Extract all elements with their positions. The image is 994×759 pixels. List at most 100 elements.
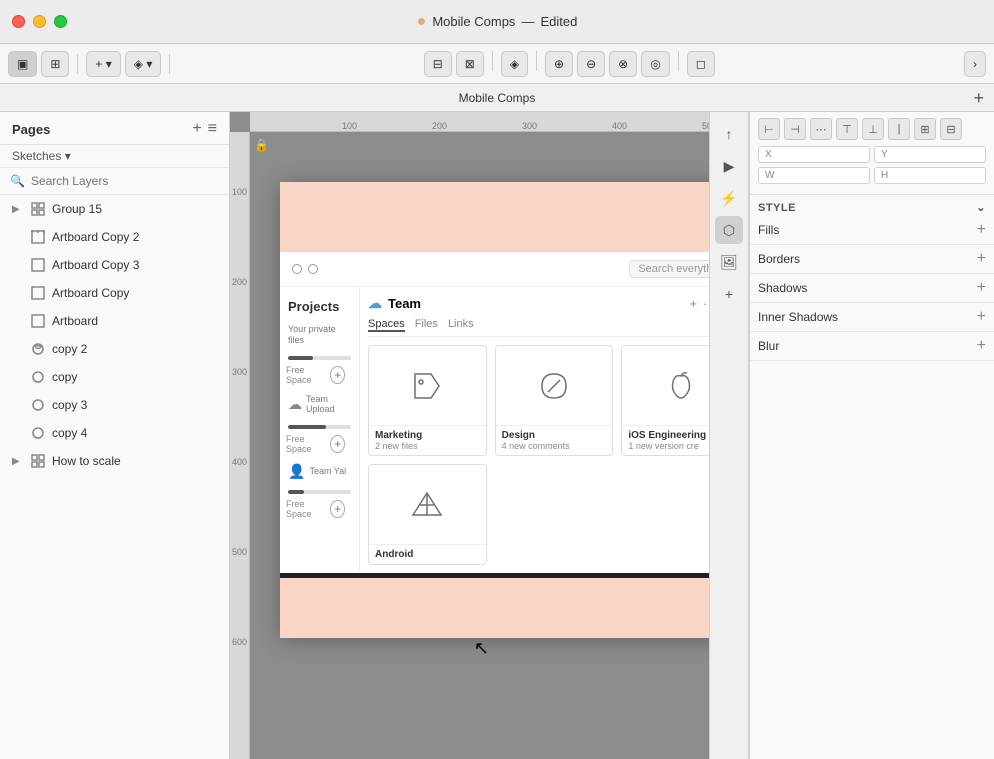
team-more-btn[interactable]: ··· bbox=[703, 296, 709, 311]
align-center-btn[interactable]: ⊟ bbox=[424, 51, 452, 77]
inner-shadows-add-btn[interactable]: + bbox=[977, 309, 986, 325]
insert-btn[interactable]: + ▾ bbox=[86, 51, 120, 77]
shadows-header[interactable]: Shadows + bbox=[758, 280, 986, 296]
symbol-icon bbox=[30, 369, 46, 385]
fills-header[interactable]: Fills + bbox=[758, 222, 986, 238]
toolbar-center: ⊟ ⊠ ◈ ⊕ ⊖ ⊗ ◎ ◻ bbox=[178, 51, 960, 77]
sidebar-item-text-5: Team Yal bbox=[309, 466, 346, 477]
team-cards-grid: Marketing 2 new files bbox=[368, 345, 709, 456]
progress-bar-3 bbox=[288, 490, 351, 494]
fills-add-btn[interactable]: + bbox=[977, 222, 986, 238]
blur-add-btn[interactable]: + bbox=[977, 338, 986, 354]
card-ios-img bbox=[622, 346, 709, 426]
align-center-h-btn[interactable]: ⊣ bbox=[784, 118, 806, 140]
align-distribute-v-btn[interactable]: ⊟ bbox=[940, 118, 962, 140]
y-field[interactable]: Y bbox=[874, 146, 986, 163]
maximize-button[interactable] bbox=[54, 15, 67, 28]
align-top-btn[interactable]: ⊤ bbox=[836, 118, 858, 140]
style-collapse-btn[interactable]: ⌄ bbox=[976, 201, 986, 214]
tab-spaces[interactable]: Spaces bbox=[368, 318, 405, 332]
tab-links[interactable]: Links bbox=[448, 318, 474, 332]
plus-btn-2[interactable]: + bbox=[330, 435, 345, 453]
style-section-label: STYLE ⌄ bbox=[750, 195, 994, 216]
toolbar-separator-1 bbox=[77, 54, 78, 74]
card-marketing-img bbox=[369, 346, 486, 426]
card-ios[interactable]: iOS Engineering 1 new version cre bbox=[621, 345, 709, 456]
h-field[interactable]: H bbox=[874, 167, 986, 184]
lightning-tool-btn[interactable]: ⚡ bbox=[715, 184, 743, 212]
pages-actions: + ≡ bbox=[192, 120, 217, 138]
add-tab-button[interactable]: + bbox=[973, 89, 984, 107]
x-field[interactable]: X bbox=[758, 146, 870, 163]
ruler-horizontal: 100 200 300 400 500 bbox=[250, 112, 709, 132]
w-field[interactable]: W bbox=[758, 167, 870, 184]
align-distribute-btn[interactable]: ⊠ bbox=[456, 51, 484, 77]
layer-item-copy4[interactable]: copy 4 bbox=[0, 419, 229, 447]
upload-tool-btn[interactable]: ↑ bbox=[715, 120, 743, 148]
boolean-inter-btn[interactable]: ⊗ bbox=[609, 51, 637, 77]
layer-item-artboard-copy-2[interactable]: Artboard Copy 2 bbox=[0, 223, 229, 251]
layer-toggle-how-to-scale[interactable]: ▶ bbox=[12, 456, 24, 467]
artboard-preview: Search everything Projects Your private … bbox=[280, 182, 709, 638]
card-marketing[interactable]: Marketing 2 new files bbox=[368, 345, 487, 456]
card-design-body: Design 4 new comments bbox=[496, 426, 613, 455]
view-grid-btn[interactable]: ⊞ bbox=[41, 51, 69, 77]
layer-item-copy2[interactable]: copy 2 bbox=[0, 335, 229, 363]
boolean-union-btn[interactable]: ⊕ bbox=[545, 51, 573, 77]
artboard-sidebar: Projects Your private files Free Space + bbox=[280, 287, 360, 573]
mask-btn[interactable]: ◻ bbox=[687, 51, 715, 77]
borders-label: Borders bbox=[758, 252, 800, 266]
align-distribute-h-btn[interactable]: ⊞ bbox=[914, 118, 936, 140]
hex-tool-btn[interactable]: ⬡ bbox=[715, 216, 743, 244]
shadows-add-btn[interactable]: + bbox=[977, 280, 986, 296]
fills-section: Fills + bbox=[750, 216, 994, 245]
symbol-btn[interactable]: ◈ bbox=[501, 51, 528, 77]
plus-btn-3[interactable]: + bbox=[330, 500, 345, 518]
tab-title: Mobile Comps bbox=[459, 91, 536, 105]
layer-item-group15[interactable]: ▶ Group 15 bbox=[0, 195, 229, 223]
more-btn[interactable]: › bbox=[964, 51, 986, 77]
pages-menu-button[interactable]: ≡ bbox=[208, 120, 217, 138]
add-page-button[interactable]: + bbox=[192, 120, 201, 138]
plus-btn-1[interactable]: + bbox=[330, 366, 345, 384]
borders-add-btn[interactable]: + bbox=[977, 251, 986, 267]
layer-item-artboard-copy[interactable]: Artboard Copy bbox=[0, 279, 229, 307]
layer-item-how-to-scale[interactable]: ▶ How to scale bbox=[0, 447, 229, 475]
view-single-btn[interactable]: ▣ bbox=[8, 51, 37, 77]
card-design[interactable]: Design 4 new comments bbox=[495, 345, 614, 456]
boolean-diff-btn[interactable]: ◎ bbox=[641, 51, 669, 77]
canvas-content: 🔒 Search everything bbox=[250, 132, 709, 759]
layer-item-copy[interactable]: copy bbox=[0, 363, 229, 391]
canvas-area[interactable]: 100 200 300 400 500 100 200 300 400 500 … bbox=[230, 112, 709, 759]
blur-header[interactable]: Blur + bbox=[758, 338, 986, 354]
search-input[interactable] bbox=[31, 174, 219, 188]
layer-item-artboard[interactable]: Artboard bbox=[0, 307, 229, 335]
inspector-alignment: ⊢ ⊣ ⋯ ⊤ ⊥ | ⊞ ⊟ X Y W bbox=[750, 112, 994, 195]
inner-shadows-section: Inner Shadows + bbox=[750, 303, 994, 332]
tab-files[interactable]: Files bbox=[415, 318, 438, 332]
card-android[interactable]: Android bbox=[368, 464, 487, 565]
toolbar-right: › bbox=[964, 51, 986, 77]
boolean-sub-btn[interactable]: ⊖ bbox=[577, 51, 605, 77]
align-bottom-btn[interactable]: | bbox=[888, 118, 910, 140]
borders-header[interactable]: Borders + bbox=[758, 251, 986, 267]
image-tool-btn[interactable]: 🖼 bbox=[715, 248, 743, 276]
align-middle-btn[interactable]: ⊥ bbox=[862, 118, 884, 140]
inner-shadows-header[interactable]: Inner Shadows + bbox=[758, 309, 986, 325]
pages-dropdown[interactable]: Sketches ▾ bbox=[0, 145, 229, 168]
minimize-button[interactable] bbox=[33, 15, 46, 28]
align-left-btn[interactable]: ⊢ bbox=[758, 118, 780, 140]
sidebar-left: Pages + ≡ Sketches ▾ 🔍 ▶ Group 15 bbox=[0, 112, 230, 759]
layer-name-artboard-copy-2: Artboard Copy 2 bbox=[52, 230, 221, 244]
play-tool-btn[interactable]: ▶ bbox=[715, 152, 743, 180]
plus-tool-btn[interactable]: + bbox=[715, 280, 743, 308]
style-label-text: STYLE bbox=[758, 202, 796, 214]
close-button[interactable] bbox=[12, 15, 25, 28]
layer-item-artboard-copy-3[interactable]: Artboard Copy 3 bbox=[0, 251, 229, 279]
align-more-btn[interactable]: ⋯ bbox=[810, 118, 832, 140]
blur-label: Blur bbox=[758, 339, 779, 353]
team-add-btn[interactable]: + bbox=[689, 296, 697, 311]
component-btn[interactable]: ◈ ▾ bbox=[125, 51, 162, 77]
layer-item-copy3[interactable]: copy 3 bbox=[0, 391, 229, 419]
layer-toggle-group15[interactable]: ▶ bbox=[12, 204, 24, 215]
